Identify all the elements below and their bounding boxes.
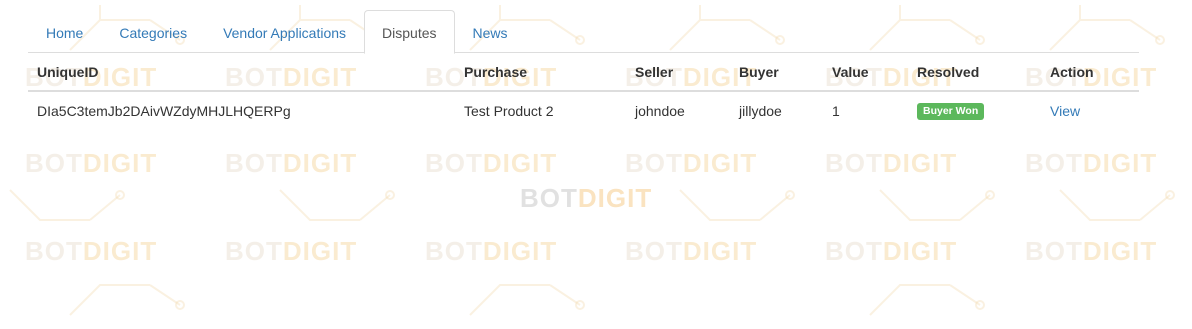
table-header: UniqueID Purchase Seller Buyer Value Res… bbox=[28, 53, 1139, 92]
column-header-action: Action bbox=[1041, 53, 1139, 92]
column-header-resolved: Resolved bbox=[908, 53, 1041, 92]
watermark-circuit-graphic bbox=[279, 189, 395, 221]
nav-tabs: Home Categories Vendor Applications Disp… bbox=[28, 10, 1139, 54]
tab-categories: Categories bbox=[101, 10, 205, 53]
cell-resolved: Buyer Won bbox=[908, 91, 1041, 129]
column-header-value: Value bbox=[823, 53, 908, 92]
tab-categories-link[interactable]: Categories bbox=[101, 10, 205, 54]
status-badge-buyer-won: Buyer Won bbox=[917, 103, 985, 120]
watermark-logo: BOTDIGIT bbox=[25, 236, 158, 266]
cell-buyer: jillydoe bbox=[739, 102, 782, 119]
watermark-logo: BOTDIGIT bbox=[25, 148, 158, 178]
watermark-circuit-graphic bbox=[1059, 189, 1175, 221]
table-header-row: UniqueID Purchase Seller Buyer Value Res… bbox=[28, 53, 1139, 92]
watermark-logo: BOTDIGIT bbox=[825, 236, 958, 266]
column-header-uniqueid: UniqueID bbox=[28, 53, 455, 92]
disputes-table: UniqueID Purchase Seller Buyer Value Res… bbox=[28, 53, 1139, 129]
watermark-circuit-graphic bbox=[879, 189, 995, 221]
column-header-buyer: Buyer bbox=[730, 53, 823, 92]
watermark-logo: BOTDIGIT bbox=[425, 148, 558, 178]
table-row: DIa5C3temJb2DAivWZdyMHJLHQERPg Test Prod… bbox=[28, 91, 1139, 129]
tab-disputes: Disputes bbox=[364, 10, 455, 54]
tab-home: Home bbox=[28, 10, 101, 53]
main-container: Home Categories Vendor Applications Disp… bbox=[28, 10, 1139, 129]
cell-seller: johndoe bbox=[635, 102, 685, 119]
tab-vendor-applications-link[interactable]: Vendor Applications bbox=[205, 10, 364, 54]
tab-disputes-link[interactable]: Disputes bbox=[364, 10, 455, 54]
table-body: DIa5C3temJb2DAivWZdyMHJLHQERPg Test Prod… bbox=[28, 91, 1139, 129]
watermark-logo: BOTDIGIT bbox=[625, 148, 758, 178]
cell-value: 1 bbox=[832, 102, 840, 119]
watermark-circuit-graphic bbox=[869, 284, 985, 316]
watermark-logo: BOTDIGIT bbox=[1025, 148, 1158, 178]
tab-news: News bbox=[455, 10, 526, 53]
watermark-logo: BOTDIGIT bbox=[825, 148, 958, 178]
tab-news-link[interactable]: News bbox=[455, 10, 526, 54]
tab-home-link[interactable]: Home bbox=[28, 10, 101, 54]
watermark-circuit-graphic bbox=[679, 189, 795, 221]
watermark-center-logo: BOTDIGIT bbox=[520, 183, 653, 213]
watermark-logo: BOTDIGIT bbox=[425, 236, 558, 266]
watermark-circuit-graphic bbox=[9, 189, 125, 221]
view-dispute-link[interactable]: View bbox=[1050, 103, 1080, 119]
cell-action: View bbox=[1041, 91, 1139, 129]
watermark-logo: BOTDIGIT bbox=[225, 236, 358, 266]
column-header-purchase: Purchase bbox=[455, 53, 626, 92]
watermark-circuit-graphic bbox=[69, 284, 185, 316]
cell-purchase: Test Product 2 bbox=[464, 102, 554, 119]
cell-uniqueid: DIa5C3temJb2DAivWZdyMHJLHQERPg bbox=[37, 102, 291, 119]
watermark-circuit-graphic bbox=[469, 284, 585, 316]
watermark-logo: BOTDIGIT bbox=[1025, 236, 1158, 266]
watermark-logo: BOTDIGIT bbox=[625, 236, 758, 266]
tab-vendor-applications: Vendor Applications bbox=[205, 10, 364, 53]
column-header-seller: Seller bbox=[626, 53, 730, 92]
watermark-logo: BOTDIGIT bbox=[225, 148, 358, 178]
